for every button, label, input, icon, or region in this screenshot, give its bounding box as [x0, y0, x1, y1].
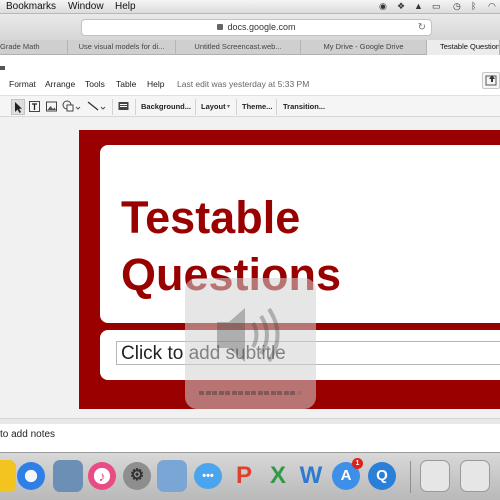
menu-tools[interactable]: Tools [85, 79, 105, 89]
tab-my-drive[interactable]: My Drive - Google Drive [301, 40, 427, 55]
tab-screencast[interactable]: Untitled Screencast.web... [176, 40, 301, 55]
menu-arrange[interactable]: Arrange [45, 79, 75, 89]
toolbar-divider [276, 99, 277, 115]
volume-segment [199, 391, 204, 395]
volume-segment [231, 391, 237, 395]
drive-icon[interactable]: ▲ [414, 1, 423, 11]
volume-overlay [185, 278, 316, 409]
volume-segment [264, 391, 269, 395]
reload-icon[interactable]: ↻ [418, 20, 426, 35]
mac-menu-bar: Bookmarks Window Help ◉ ❖ ▲ ▭ ◷ ᛒ ◠ [0, 0, 500, 14]
volume-segment [218, 391, 224, 395]
volume-segment [257, 391, 263, 395]
menu-bookmarks[interactable]: Bookmarks [6, 1, 56, 12]
menu-format[interactable]: Format [9, 79, 36, 89]
tab-grade-math[interactable]: Grade Math [0, 40, 68, 55]
theme-button[interactable]: Theme... [242, 99, 272, 115]
toolbar-divider [236, 99, 237, 115]
toolbar-divider [135, 99, 136, 115]
powerpoint-icon[interactable]: P [229, 460, 259, 492]
slides-toolbar: Background... Layout ▾ Theme... Transiti… [0, 95, 500, 117]
toolbar-divider [195, 99, 196, 115]
app-store-badge: 1 [352, 458, 363, 469]
address-bar[interactable]: docs.google.com ↻ [81, 19, 432, 36]
bluetooth-icon[interactable]: ᛒ [471, 1, 476, 11]
volume-segment [212, 391, 217, 395]
line-icon[interactable] [86, 99, 108, 115]
system-preferences-icon[interactable]: ⚙ [123, 462, 151, 490]
shape-icon[interactable] [61, 99, 81, 115]
select-tool-icon[interactable] [11, 99, 25, 115]
menu-help-app[interactable]: Help [147, 79, 164, 89]
volume-segment [238, 391, 243, 395]
wifi-icon[interactable]: ◠ [488, 1, 496, 12]
itunes-icon[interactable]: ♪ [88, 462, 116, 490]
volume-segment [205, 391, 211, 395]
word-icon[interactable]: W [296, 460, 326, 492]
collapse-icon [485, 75, 497, 86]
slide-title-line-1: Testable [121, 192, 301, 243]
layout-dropdown-icon[interactable]: ▾ [227, 99, 230, 115]
doc-icon [0, 66, 5, 70]
volume-segment [296, 391, 302, 395]
image-icon[interactable] [45, 99, 59, 115]
toolbar-divider [112, 99, 113, 115]
url-text: docs.google.com [227, 22, 296, 32]
lock-icon [217, 24, 224, 30]
notes-placeholder: to add notes [0, 429, 56, 440]
airplay-icon[interactable]: ▭ [432, 1, 441, 12]
image-capture-icon[interactable] [157, 460, 187, 492]
app-store-icon[interactable]: A1 [332, 458, 363, 490]
quicktime-icon[interactable]: Q [368, 462, 396, 490]
volume-segment [270, 391, 276, 395]
speaker-icon [217, 307, 280, 363]
transition-button[interactable]: Transition... [283, 99, 325, 115]
time-machine-icon[interactable]: ◷ [453, 1, 461, 12]
volume-level-meter [199, 391, 303, 396]
excel-icon[interactable]: X [263, 460, 293, 492]
slides-menu-bar: Format Arrange Tools Table Help Last edi… [0, 55, 500, 95]
menu-table[interactable]: Table [116, 79, 136, 89]
volume-segment [283, 391, 289, 395]
volume-segment [225, 391, 230, 395]
tab-visual-models[interactable]: Use visual models for di... [68, 40, 176, 55]
browser-toolbar: docs.google.com ↻ [0, 14, 500, 40]
tab-testable-questions[interactable]: Testable Questions [427, 40, 500, 55]
volume-segment [244, 391, 250, 395]
dock-divider [410, 461, 411, 493]
hide-menus-button[interactable] [482, 72, 500, 89]
tab-bar: Grade Math Use visual models for di... U… [0, 40, 500, 55]
record-icon[interactable]: ◉ [379, 1, 387, 12]
messages-icon[interactable]: ••• [194, 463, 222, 489]
mac-dock: ♪ ⚙ ••• P X W A1 Q [0, 452, 500, 500]
preview-icon[interactable] [53, 460, 83, 492]
background-button[interactable]: Background... [141, 99, 191, 115]
last-edit-status[interactable]: Last edit was yesterday at 5:33 PM [177, 79, 309, 89]
dropbox-icon[interactable]: ❖ [397, 1, 405, 12]
volume-segment [277, 391, 282, 395]
menu-window[interactable]: Window [68, 1, 104, 12]
volume-segment [290, 391, 295, 395]
volume-segment [251, 391, 256, 395]
downloads-stack-icon[interactable] [460, 460, 490, 492]
menu-help[interactable]: Help [115, 1, 136, 12]
text-box-icon[interactable] [28, 99, 42, 115]
speaker-notes[interactable]: to add notes [0, 424, 500, 452]
notes-app-icon[interactable] [0, 460, 16, 492]
safari-icon[interactable] [17, 462, 45, 490]
document-stack-icon[interactable] [420, 460, 450, 492]
layout-button[interactable]: Layout [201, 99, 226, 115]
comment-icon[interactable] [117, 99, 131, 115]
